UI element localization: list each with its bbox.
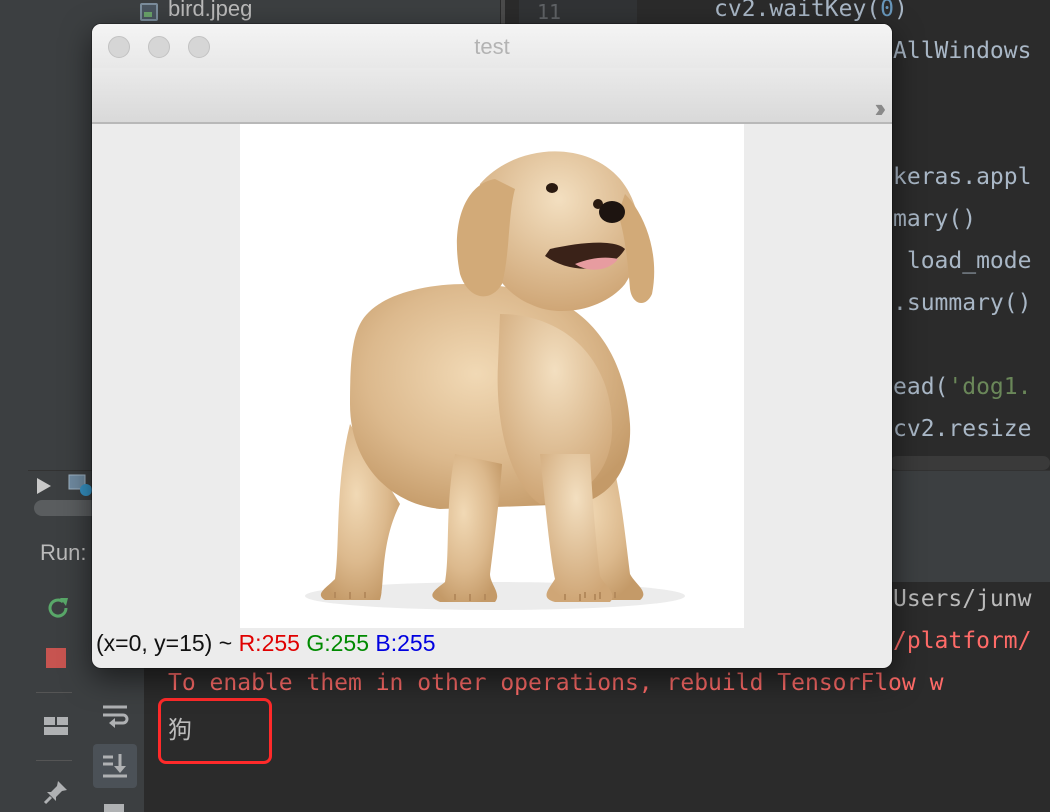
project-file-item[interactable]: bird.jpeg: [140, 0, 252, 24]
line-number: 11: [537, 0, 562, 24]
layout-icon[interactable]: [36, 706, 76, 746]
red-value: R:255: [238, 630, 300, 656]
divider: [36, 692, 72, 693]
prediction-result: 狗: [168, 716, 192, 744]
green-value: G:255: [306, 630, 369, 656]
window-titlebar[interactable]: test: [92, 24, 892, 69]
chevrons-right-icon[interactable]: ››: [875, 95, 887, 121]
image-window[interactable]: test ›› (x=0, y=15) ~ R:255 G:255 B:255: [92, 24, 892, 668]
console-line: Users/junw: [893, 586, 1032, 612]
run-sidebar: [28, 582, 87, 812]
divider: [36, 760, 72, 761]
scroll-to-end-icon[interactable]: [93, 744, 137, 788]
console-line: To enable them in other operations, rebu…: [168, 670, 944, 696]
editor-horizontal-scrollbar[interactable]: [890, 456, 1050, 470]
play-icon[interactable]: [34, 476, 54, 496]
pin-icon[interactable]: [36, 772, 76, 812]
toolbar-button-partial[interactable]: [104, 804, 124, 812]
console-line: /platform/: [893, 628, 1032, 654]
code-line: AllWindows: [893, 38, 1032, 64]
displayed-image[interactable]: [240, 124, 744, 628]
project-file-name: bird.jpeg: [168, 0, 253, 21]
window-title: test: [474, 34, 510, 59]
code-line: .summary(): [893, 290, 1032, 316]
window-toolbar: ››: [92, 68, 892, 124]
code-line: load_mode: [893, 248, 1032, 274]
rerun-icon[interactable]: [38, 588, 78, 628]
code-line: keras.appl: [893, 164, 1032, 190]
soft-wrap-icon[interactable]: [95, 696, 135, 736]
image-file-icon: [140, 3, 158, 21]
puppy-image: [305, 151, 685, 610]
pixel-status-bar: (x=0, y=15) ~ R:255 G:255 B:255: [96, 630, 435, 657]
run-tab-label[interactable]: Run:: [40, 540, 86, 566]
cursor-coordinates: (x=0, y=15) ~: [96, 630, 239, 656]
python-console-icon[interactable]: [68, 474, 94, 496]
stop-icon[interactable]: [36, 638, 76, 678]
blue-value: B:255: [375, 630, 436, 656]
code-line: ead('dog1.: [893, 374, 1032, 400]
code-line: mary(): [893, 206, 977, 232]
code-line: cv2.resize: [893, 416, 1032, 442]
code-line: cv2.waitKey(0): [714, 0, 908, 22]
